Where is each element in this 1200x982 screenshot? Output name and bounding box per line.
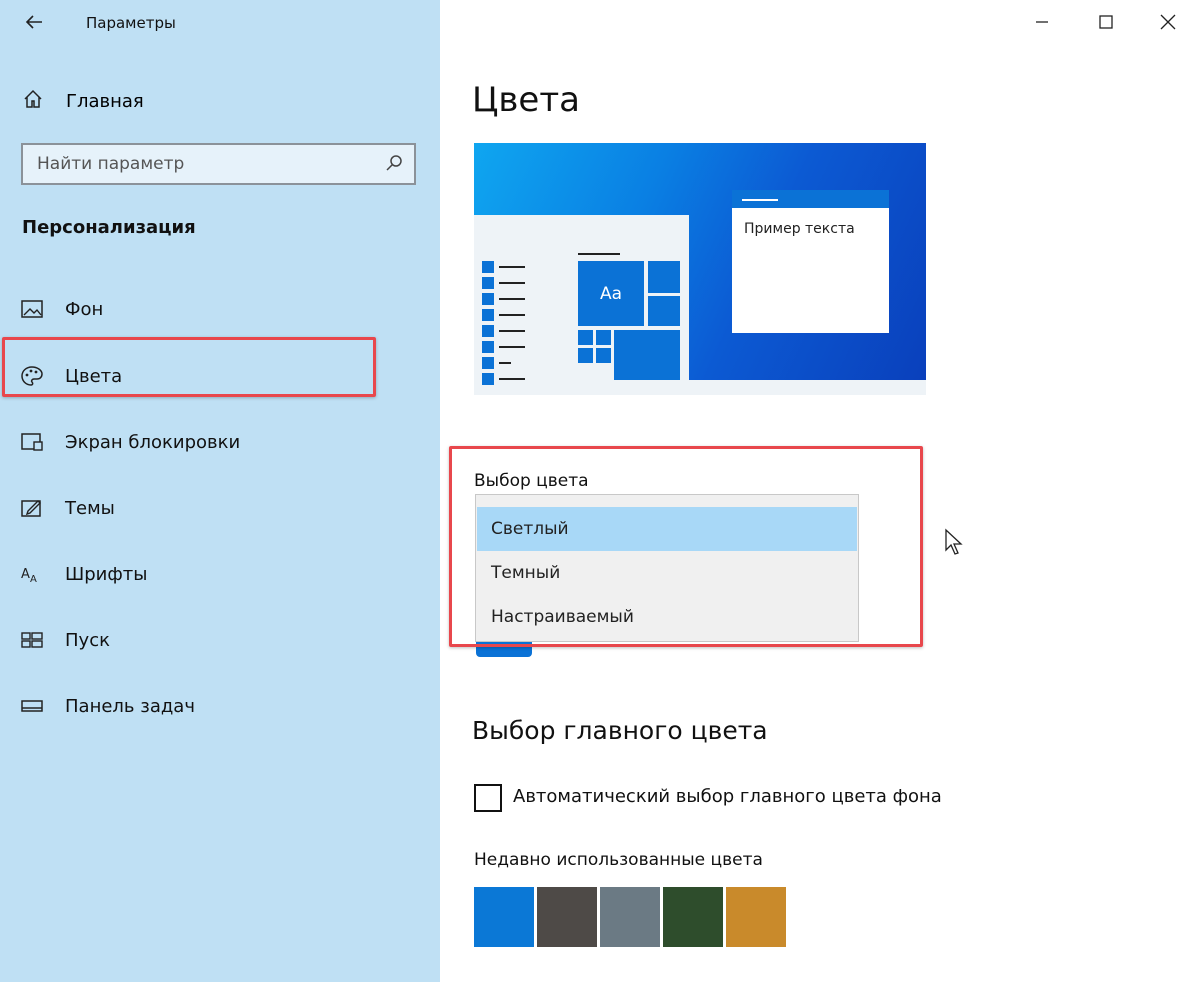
- color-swatch[interactable]: [537, 887, 597, 947]
- search-icon[interactable]: [384, 153, 404, 173]
- sidebar-item-label: Панель задач: [65, 695, 195, 717]
- page-title: Цвета: [472, 80, 580, 120]
- sidebar-item-label: Темы: [65, 497, 115, 519]
- svg-text:A: A: [30, 574, 37, 585]
- picture-icon: [20, 298, 44, 320]
- main-content: Цвета Aa Пример текста Выбор цвета Светл…: [440, 0, 1200, 982]
- section-title: Персонализация: [22, 217, 196, 238]
- sidebar-item-taskbar[interactable]: Панель задач: [0, 683, 440, 729]
- search-input[interactable]: [37, 145, 367, 183]
- preview-tile: [578, 330, 593, 345]
- preview-tile-aa: Aa: [578, 261, 644, 326]
- preview-tile: [648, 296, 680, 326]
- theme-preview: Aa Пример текста: [474, 143, 926, 395]
- taskbar-icon: [20, 695, 44, 717]
- nav-home[interactable]: Главная: [22, 88, 144, 114]
- maximize-icon[interactable]: [1094, 10, 1118, 34]
- color-swatch[interactable]: [663, 887, 723, 947]
- mouse-cursor-icon: [944, 528, 964, 556]
- preview-tiles-header: [578, 253, 620, 255]
- recent-colors: [474, 887, 789, 947]
- accent-section-title: Выбор главного цвета: [472, 716, 768, 745]
- sidebar-item-lock-screen[interactable]: Экран блокировки: [0, 419, 440, 465]
- home-icon: [22, 88, 44, 114]
- minimize-icon[interactable]: [1030, 10, 1054, 34]
- auto-accent-checkbox[interactable]: [474, 784, 502, 812]
- preview-tile: [596, 348, 611, 363]
- color-swatch[interactable]: [600, 887, 660, 947]
- preview-window: Пример текста: [732, 190, 889, 333]
- sidebar-item-label: Фон: [65, 298, 104, 320]
- lock-screen-icon: [20, 431, 44, 453]
- close-icon[interactable]: [1156, 10, 1180, 34]
- sidebar-item-label: Пуск: [65, 629, 110, 651]
- highlight-frame: [449, 446, 923, 647]
- window-title: Параметры: [86, 14, 176, 32]
- sidebar-item-background[interactable]: Фон: [0, 286, 440, 332]
- color-swatch[interactable]: [726, 887, 786, 947]
- preview-taskbar: [474, 380, 926, 395]
- sidebar-item-label: Экран блокировки: [65, 431, 241, 453]
- sidebar-item-label: Шрифты: [65, 563, 148, 585]
- preview-tile: [578, 348, 593, 363]
- search-box[interactable]: [21, 143, 416, 185]
- themes-icon: [20, 497, 44, 519]
- sidebar-item-themes[interactable]: Темы: [0, 485, 440, 531]
- preview-tile: [614, 330, 680, 380]
- highlight-frame: [2, 337, 376, 397]
- preview-window-text: Пример текста: [744, 221, 855, 237]
- sidebar: Параметры Главная Персонализация Фон Цве…: [0, 0, 440, 982]
- preview-tile: [648, 261, 680, 293]
- sidebar-item-start[interactable]: Пуск: [0, 617, 440, 663]
- color-swatch[interactable]: [474, 887, 534, 947]
- recent-colors-label: Недавно использованные цвета: [474, 850, 763, 870]
- sidebar-item-fonts[interactable]: AA Шрифты: [0, 551, 440, 597]
- svg-text:A: A: [21, 567, 30, 582]
- preview-tile: [596, 330, 611, 345]
- back-arrow-icon[interactable]: [22, 10, 46, 34]
- start-icon: [20, 629, 44, 651]
- fonts-icon: AA: [20, 563, 44, 585]
- nav-home-label: Главная: [66, 90, 144, 112]
- auto-accent-label[interactable]: Автоматический выбор главного цвета фона: [513, 786, 942, 807]
- preview-window-titlebar: [732, 190, 889, 208]
